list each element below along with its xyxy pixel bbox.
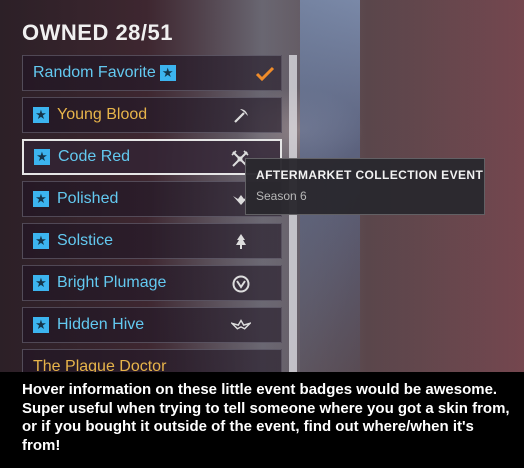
- star-badge-icon: ★: [34, 149, 50, 165]
- list-item-code-red[interactable]: ★ Code Red: [22, 139, 282, 175]
- tree-icon: [231, 232, 251, 252]
- star-badge-icon: ★: [33, 233, 49, 249]
- star-badge-icon: ★: [33, 191, 49, 207]
- star-badge-icon: ★: [159, 65, 176, 81]
- tooltip-title: AFTERMARKET COLLECTION EVENT: [256, 168, 484, 182]
- winged-emblem-icon: [231, 316, 251, 336]
- list-item-hidden-hive[interactable]: ★ Hidden Hive: [22, 307, 282, 343]
- emblem-icon: [231, 274, 251, 294]
- game-screen: OWNED 28/51 Random Favorite ★ ★ Young Bl…: [0, 0, 524, 372]
- event-tooltip: AFTERMARKET COLLECTION EVENT Season 6: [245, 158, 485, 215]
- item-label: The Plague Doctor: [33, 358, 167, 372]
- item-label: Young Blood: [57, 106, 148, 123]
- list-item-the-plague-doctor[interactable]: The Plague Doctor: [22, 349, 282, 372]
- star-badge-icon: ★: [33, 275, 49, 291]
- pickaxe-icon: [231, 106, 251, 126]
- list-item-bright-plumage[interactable]: ★ Bright Plumage: [22, 265, 282, 301]
- item-label: Solstice: [57, 232, 114, 249]
- item-label: Code Red: [58, 148, 131, 165]
- owned-count-title: OWNED 28/51: [22, 20, 173, 45]
- star-badge-icon: ★: [33, 317, 49, 333]
- item-label: Hidden Hive: [57, 316, 145, 333]
- checkmark-icon: [255, 64, 275, 84]
- caption-text: Hover information on these little event …: [22, 381, 510, 454]
- list-item-random-favorite[interactable]: Random Favorite ★: [22, 55, 282, 91]
- item-label: Polished: [57, 190, 119, 207]
- list-item-solstice[interactable]: ★ Solstice: [22, 223, 282, 259]
- item-label: Bright Plumage: [57, 274, 167, 291]
- list-item-young-blood[interactable]: ★ Young Blood: [22, 97, 282, 133]
- item-label: Random Favorite: [33, 64, 156, 81]
- list-item-polished[interactable]: ★ Polished: [22, 181, 282, 217]
- star-badge-icon: ★: [33, 107, 49, 123]
- tooltip-subtitle: Season 6: [256, 189, 307, 203]
